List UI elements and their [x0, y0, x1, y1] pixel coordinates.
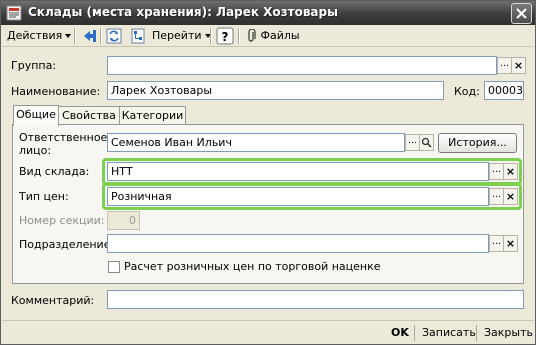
chevron-down-icon	[65, 34, 72, 38]
ok-button[interactable]: OK	[391, 325, 409, 341]
department-select-button[interactable]: …	[489, 235, 504, 252]
magnifier-icon	[421, 137, 432, 148]
department-field[interactable]	[107, 234, 489, 253]
actions-menu-button[interactable]: Действия	[7, 27, 72, 45]
retail-calc-checkbox[interactable]	[108, 261, 120, 273]
responsible-open-button[interactable]	[419, 134, 434, 151]
group-clear-button[interactable]: ×	[511, 57, 526, 74]
files-label: Файлы	[260, 29, 300, 42]
responsible-field[interactable]: Семенов Иван Ильич	[107, 133, 405, 152]
goto-menu-button[interactable]: Перейти	[152, 27, 211, 45]
toolbar: Действия Перейти ? Файлы	[2, 25, 534, 47]
clear-icon: ×	[505, 165, 516, 178]
warehouse-type-select-button[interactable]: …	[489, 163, 504, 180]
history-button-label: История...	[448, 136, 507, 149]
help-icon[interactable]: ?	[216, 27, 234, 45]
responsible-select-button[interactable]: …	[405, 134, 420, 151]
svg-text:?: ?	[222, 30, 229, 44]
toolbar-separator	[100, 28, 102, 44]
form-icon	[6, 5, 22, 21]
close-button[interactable]: Закрыть	[484, 325, 533, 341]
title-bar[interactable]: Склады (места хранения): Ларек Хозтовары	[1, 1, 535, 25]
section-number-label: Номер секции:	[19, 214, 105, 227]
price-type-field[interactable]: Розничная	[107, 187, 489, 206]
save-button-label: Записать	[422, 326, 476, 339]
responsible-label: Ответственное лицо:	[19, 131, 108, 157]
warehouse-type-clear-button[interactable]: ×	[503, 163, 518, 180]
ok-button-label: OK	[391, 326, 409, 339]
button-separator	[476, 325, 477, 341]
toolbar-separator	[210, 28, 212, 44]
retail-calc-label[interactable]: Расчет розничных цен по торговой наценке	[124, 260, 381, 273]
tab-categories[interactable]: Категории	[119, 106, 186, 126]
comment-field[interactable]	[107, 290, 524, 309]
group-label: Группа:	[11, 59, 57, 72]
tab-properties[interactable]: Свойства	[58, 106, 120, 126]
refresh-icon[interactable]	[105, 27, 123, 45]
group-field[interactable]	[107, 56, 497, 75]
actions-menu-label: Действия	[7, 29, 63, 42]
warehouse-form-window: Склады (места хранения): Ларек Хозтовары…	[0, 0, 536, 345]
window-close-button[interactable]	[511, 3, 532, 24]
back-arrow-icon[interactable]	[82, 27, 100, 45]
clear-icon: ×	[513, 59, 524, 72]
comment-label: Комментарий:	[11, 294, 95, 307]
toolbar-separator	[74, 28, 76, 44]
toolbar-separator	[238, 28, 240, 44]
code-field[interactable]: 00003	[484, 81, 524, 100]
goto-menu-label: Перейти	[152, 29, 202, 42]
window-title: Склады (места хранения): Ларек Хозтовары	[28, 5, 338, 19]
close-icon	[516, 8, 527, 19]
structure-icon[interactable]	[129, 27, 147, 45]
name-field[interactable]: Ларек Хозтовары	[107, 81, 444, 100]
history-button[interactable]: История...	[438, 133, 517, 153]
price-type-label: Тип цен:	[19, 190, 69, 203]
department-label: Подразделение:	[19, 238, 115, 251]
paperclip-icon	[248, 28, 256, 42]
clear-icon: ×	[505, 237, 516, 250]
group-select-button[interactable]: …	[497, 57, 512, 74]
name-label: Наименование:	[11, 85, 101, 98]
files-button[interactable]: Файлы	[247, 27, 300, 45]
tab-properties-label: Свойства	[62, 109, 116, 122]
close-button-label: Закрыть	[484, 326, 533, 339]
tab-categories-label: Категории	[121, 109, 184, 122]
warehouse-type-field[interactable]: НТТ	[107, 162, 489, 181]
tab-general[interactable]: Общие	[13, 105, 59, 126]
price-type-clear-button[interactable]: ×	[503, 188, 518, 205]
department-clear-button[interactable]: ×	[503, 235, 518, 252]
clear-icon: ×	[505, 190, 516, 203]
bottom-bar: OK Записать Закрыть	[2, 320, 534, 344]
section-number-field: 0	[107, 211, 140, 230]
save-button[interactable]: Записать	[422, 325, 476, 341]
tab-general-label: Общие	[16, 108, 56, 121]
button-separator	[414, 325, 415, 341]
warehouse-type-label: Вид склада:	[19, 165, 90, 178]
code-label: Код:	[454, 85, 480, 98]
price-type-select-button[interactable]: …	[489, 188, 504, 205]
